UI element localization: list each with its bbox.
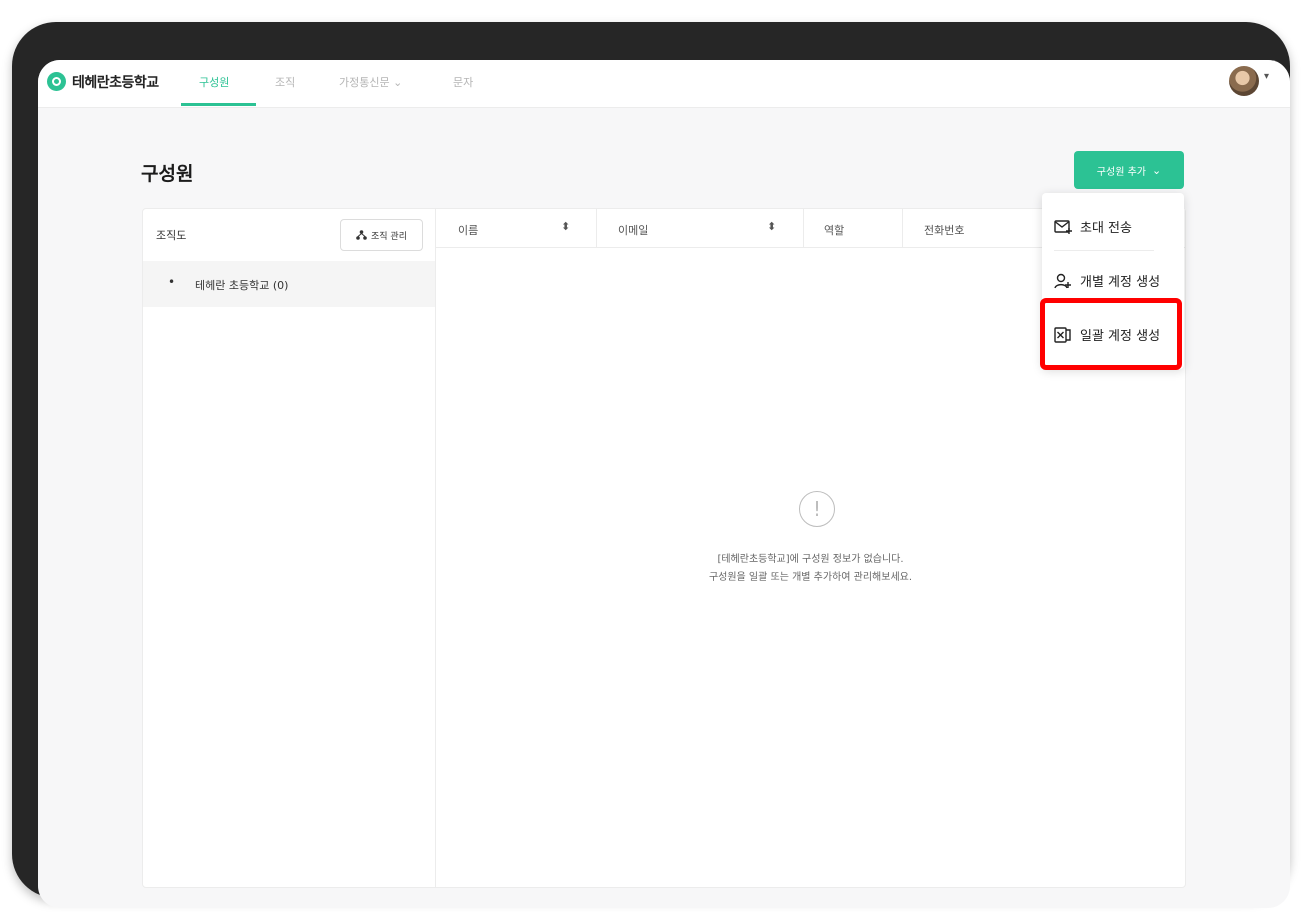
column-header-role: 역할	[824, 224, 845, 237]
column-header-email[interactable]: 이메일	[618, 222, 648, 238]
org-chart-title: 조직도	[156, 229, 187, 242]
tablet-frame: 테헤란초등학교 구성원 조직 가정통신문 ⌄ 문자 ▾ 구성원 구성원 추가 ⌄…	[12, 22, 1290, 908]
column-divider	[803, 209, 804, 247]
tab-newsletter[interactable]: 가정통신문 ⌄	[339, 74, 402, 90]
column-header-phone: 전화번호	[924, 224, 965, 237]
avatar[interactable]	[1229, 66, 1259, 96]
column-header-name[interactable]: 이름	[458, 222, 478, 238]
sort-icon[interactable]: ⬍	[767, 220, 776, 233]
sort-icon[interactable]: ⬍	[561, 220, 570, 233]
exclamation-icon: !	[799, 491, 835, 527]
add-member-button[interactable]: 구성원 추가 ⌄	[1074, 151, 1184, 189]
menu-item-send-invite[interactable]: 초대 전송	[1054, 217, 1132, 236]
empty-state-line-1: [테헤란초등학교]에 구성원 정보가 없습니다.	[717, 554, 904, 565]
top-nav: 테헤란초등학교 구성원 조직 가정통신문 ⌄ 문자 ▾	[38, 60, 1290, 108]
org-tree-item[interactable]: • 테헤란 초등학교 (0)	[143, 261, 435, 307]
column-divider	[902, 209, 903, 247]
page-title: 구성원	[141, 163, 194, 185]
chevron-down-icon: ⌄	[1151, 163, 1162, 177]
org-chart-panel: 조직도 조직 관리 • 테헤란 초등학교 (0)	[143, 209, 436, 887]
app-screen: 테헤란초등학교 구성원 조직 가정통신문 ⌄ 문자 ▾ 구성원 구성원 추가 ⌄…	[38, 60, 1290, 908]
org-tree-item-label: 테헤란 초등학교 (0)	[195, 279, 289, 292]
org-manage-label: 조직 관리	[371, 231, 407, 242]
org-manage-button[interactable]: 조직 관리	[340, 219, 423, 251]
tab-messages[interactable]: 문자	[453, 74, 473, 90]
menu-divider	[1054, 250, 1154, 251]
chevron-down-icon[interactable]: ▾	[1264, 71, 1269, 82]
active-tab-indicator	[181, 103, 256, 106]
logo-icon	[47, 72, 66, 91]
menu-item-create-single-account[interactable]: 개별 계정 생성	[1054, 271, 1160, 290]
tab-organization[interactable]: 조직	[275, 74, 295, 90]
column-divider	[596, 209, 597, 247]
school-name[interactable]: 테헤란초등학교	[72, 72, 159, 92]
menu-item-label: 개별 계정 생성	[1080, 275, 1161, 290]
tab-members[interactable]: 구성원	[199, 74, 229, 90]
highlight-box	[1040, 298, 1182, 370]
org-tree-icon	[356, 230, 367, 240]
empty-state-line-2: 구성원을 일괄 또는 개별 추가하여 관리해보세요.	[708, 572, 913, 583]
person-add-icon	[1054, 273, 1071, 288]
add-member-button-label: 구성원 추가	[1096, 166, 1146, 178]
menu-item-label: 초대 전송	[1080, 221, 1132, 236]
members-card: 조직도 조직 관리 • 테헤란 초등학교 (0) 이름 ⬍ 이메일 ⬍ 역할 전…	[142, 208, 1186, 888]
mail-send-icon	[1054, 219, 1072, 234]
bullet-icon: •	[168, 275, 176, 289]
